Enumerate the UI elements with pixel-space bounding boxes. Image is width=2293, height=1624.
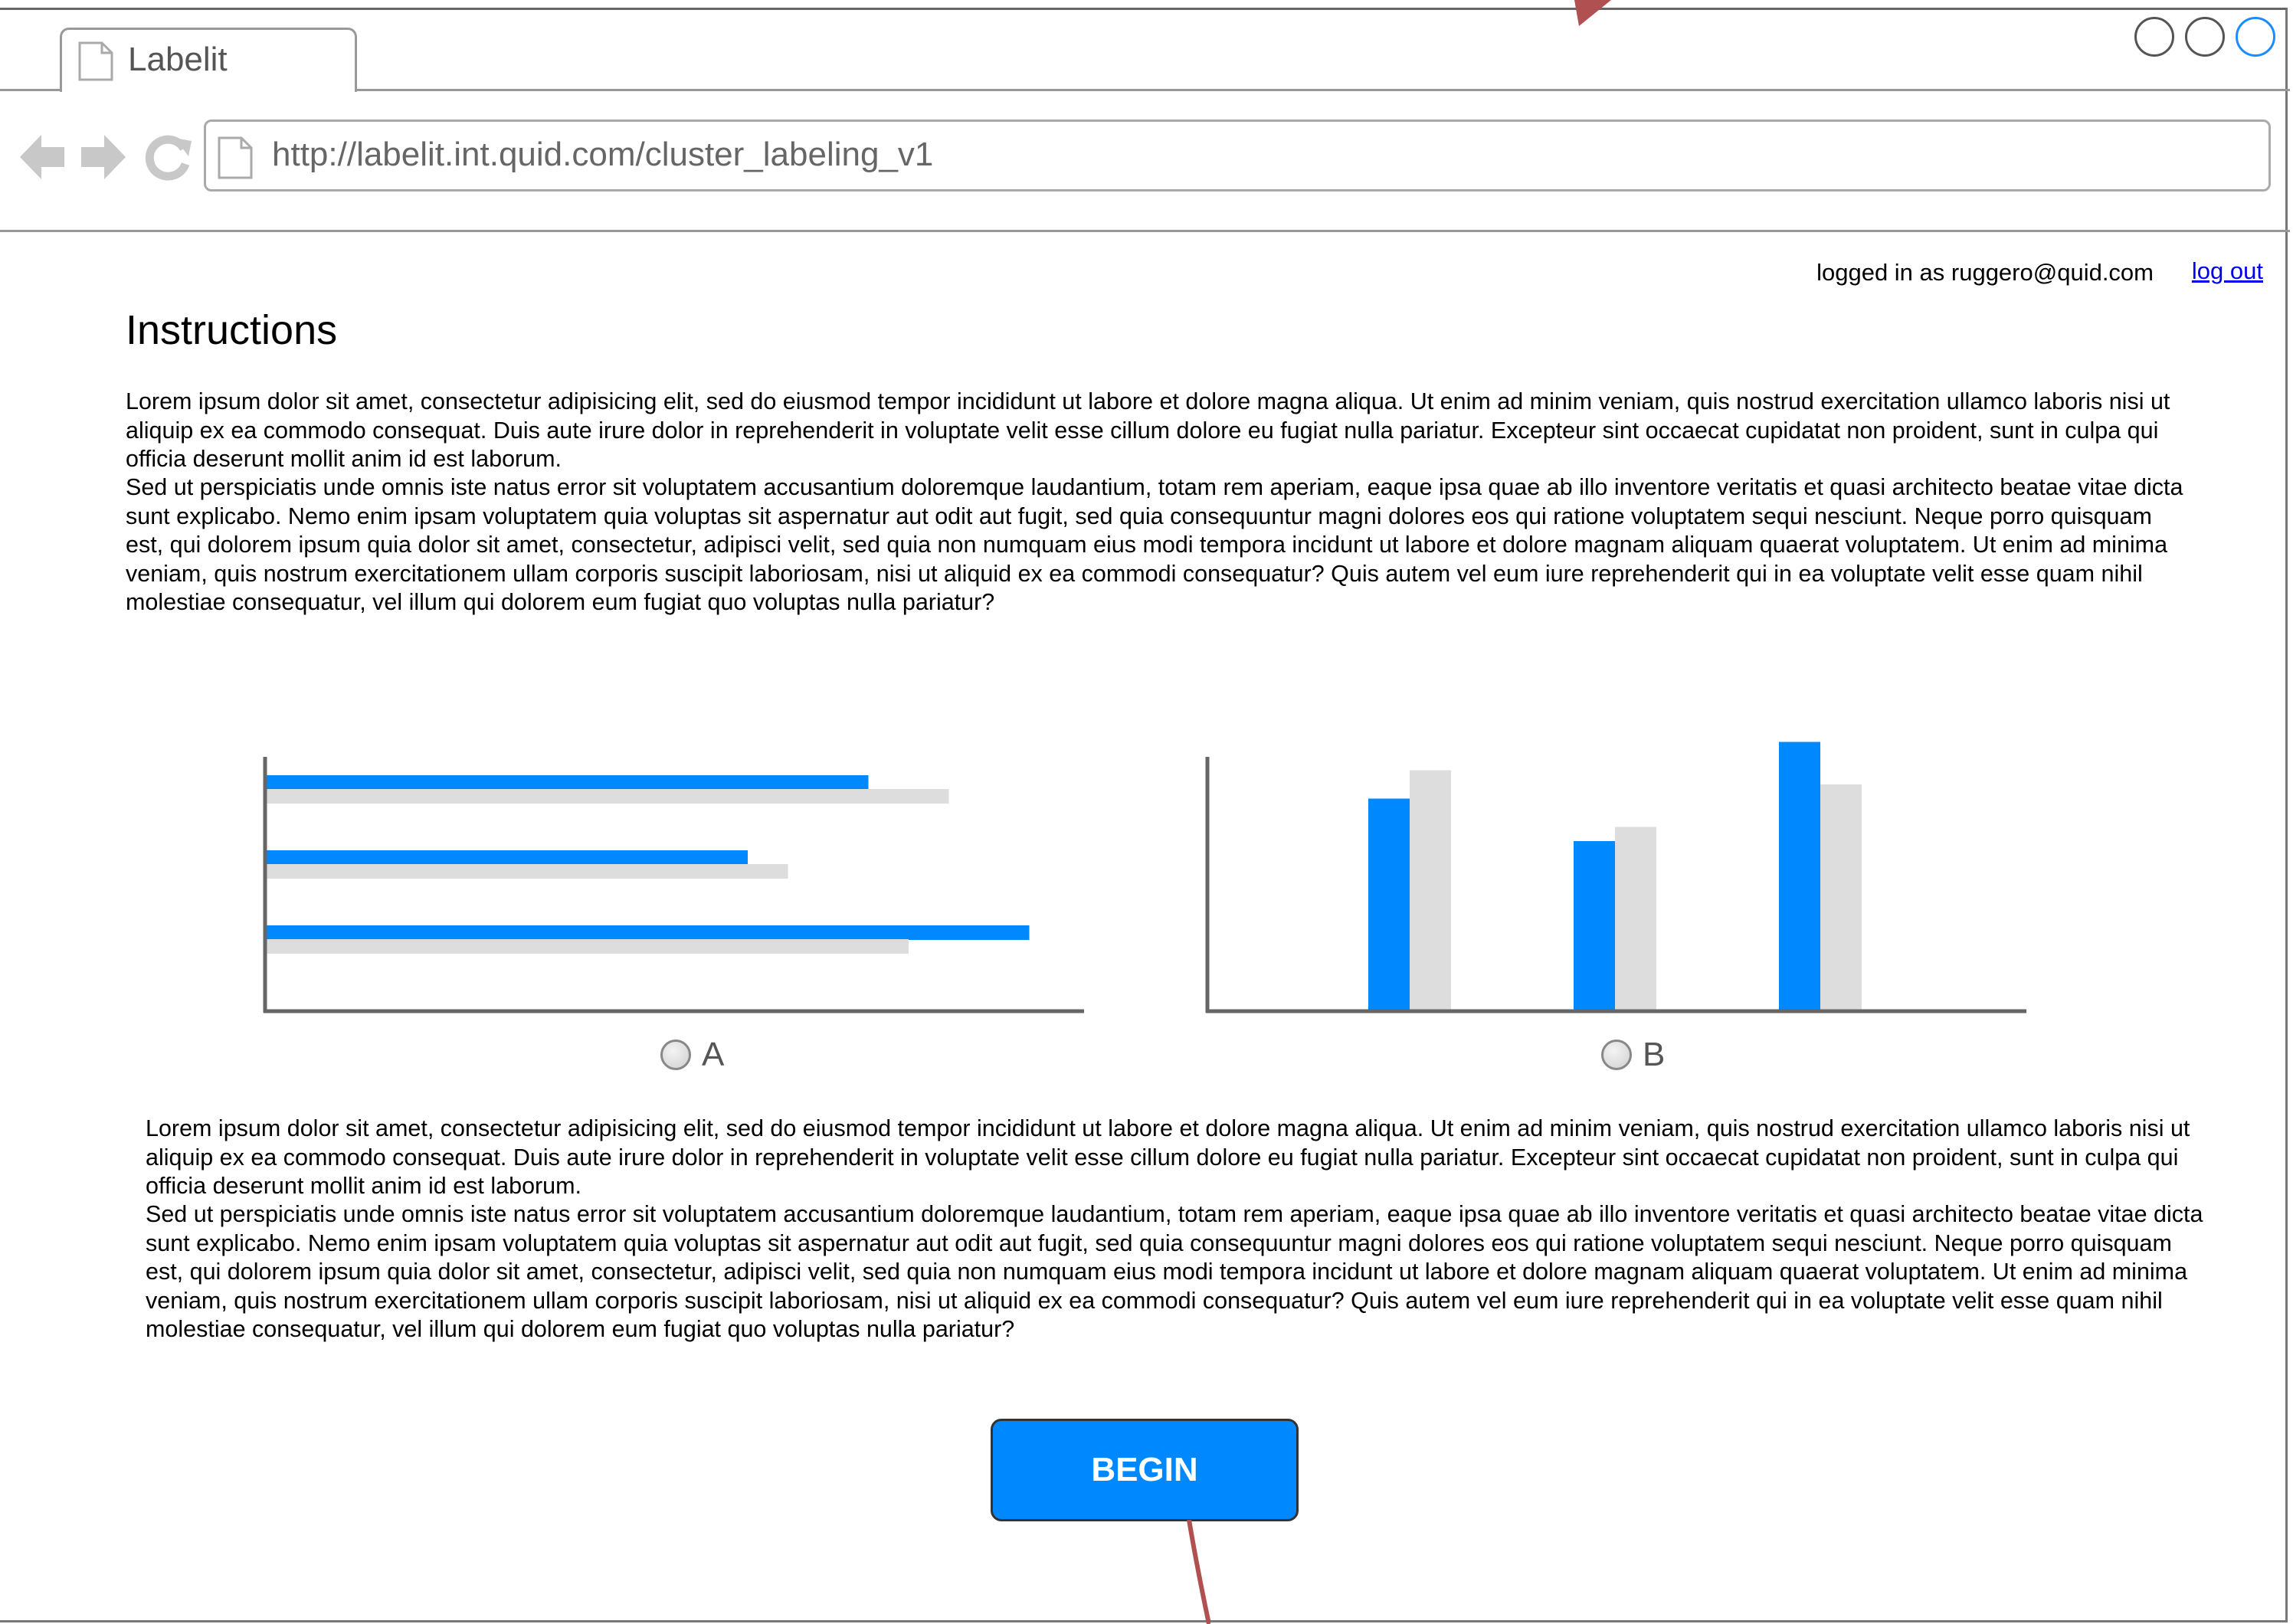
option-b[interactable]: B <box>1601 1036 1665 1074</box>
annotation-arrow-line <box>1187 1520 1210 1624</box>
annotation-arrow-head <box>1574 0 1611 26</box>
bar-a-3-1 <box>265 925 1030 940</box>
forward-arrow-icon[interactable] <box>78 132 127 182</box>
radio-b[interactable] <box>1601 1040 1632 1070</box>
bar-a-1-2 <box>265 789 949 804</box>
bar-b-2-1 <box>1574 841 1615 1011</box>
bar-b-1-1 <box>1368 798 1410 1011</box>
address-bar[interactable]: http://labelit.int.quid.com/cluster_labe… <box>204 120 2271 192</box>
bar-b-3-1 <box>1779 742 1820 1011</box>
window-button-1[interactable] <box>2134 17 2174 57</box>
chart-b <box>1205 742 2026 1013</box>
window-button-3[interactable] <box>2236 17 2275 57</box>
bar-b-1-2 <box>1410 770 1451 1011</box>
bar-b-2-2 <box>1615 827 1656 1011</box>
bar-a-2-1 <box>265 850 748 865</box>
logout-link[interactable]: log out <box>2192 257 2263 285</box>
document-icon <box>78 41 113 81</box>
bar-a-1-1 <box>265 775 869 790</box>
reload-icon[interactable] <box>144 132 193 182</box>
radio-a[interactable] <box>660 1040 691 1070</box>
instructions-paragraph-2: Sed ut perspiciatis unde omnis iste natu… <box>126 474 2183 615</box>
bottom-paragraph-2: Sed ut perspiciatis unde omnis iste natu… <box>146 1201 2203 1342</box>
chart-a <box>263 757 1084 1013</box>
tab-title: Labelit <box>128 41 228 78</box>
toolbar-divider <box>0 230 2290 232</box>
option-a[interactable]: A <box>660 1036 724 1074</box>
instructions-paragraph-1: Lorem ipsum dolor sit amet, consectetur … <box>126 388 2170 472</box>
bar-a-2-2 <box>265 864 788 879</box>
browser-tab[interactable]: Labelit <box>60 28 357 92</box>
option-a-label: A <box>702 1036 725 1073</box>
bottom-paragraph-1: Lorem ipsum dolor sit amet, consectetur … <box>146 1115 2190 1199</box>
window-button-2[interactable] <box>2185 17 2225 57</box>
option-b-label: B <box>1643 1036 1666 1073</box>
url-text: http://labelit.int.quid.com/cluster_labe… <box>272 136 934 173</box>
document-icon <box>218 136 253 179</box>
page-title: Instructions <box>126 307 338 353</box>
back-arrow-icon[interactable] <box>18 132 67 182</box>
bar-a-3-2 <box>265 939 909 954</box>
bar-b-3-2 <box>1820 784 1862 1011</box>
begin-button[interactable]: BEGIN <box>991 1419 1299 1521</box>
login-status: logged in as ruggero@quid.com <box>1816 259 2154 286</box>
